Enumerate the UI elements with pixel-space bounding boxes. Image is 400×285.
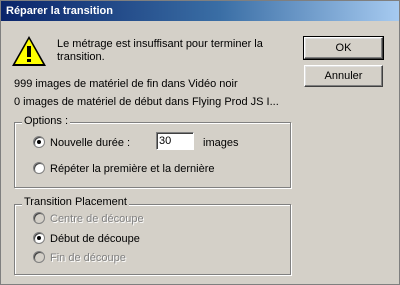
ok-button[interactable]: OK bbox=[303, 36, 384, 60]
end-cut-radio: Fin de découpe bbox=[33, 251, 126, 266]
options-group bbox=[14, 122, 291, 188]
radio-end-cut bbox=[33, 251, 45, 264]
repeat-frames-label: Répéter la première et la dernière bbox=[50, 163, 215, 175]
duration-unit-label: images bbox=[203, 137, 239, 149]
radio-new-duration[interactable] bbox=[33, 136, 45, 149]
warning-icon bbox=[12, 36, 46, 66]
centre-cut-label: Centre de découpe bbox=[50, 213, 144, 225]
new-duration-radio[interactable]: Nouvelle durée : bbox=[33, 136, 131, 151]
repair-transition-dialog: Réparer la transition Le métrage est ins… bbox=[0, 0, 400, 285]
start-cut-radio[interactable]: Début de découpe bbox=[33, 232, 140, 247]
dialog-title: Réparer la transition bbox=[6, 5, 113, 17]
end-material-info: 999 images de matériel de fin dans Vidéo… bbox=[14, 78, 238, 90]
radio-start-cut[interactable] bbox=[33, 232, 45, 245]
duration-input[interactable] bbox=[156, 132, 194, 150]
title-bar[interactable]: Réparer la transition bbox=[1, 1, 399, 21]
start-cut-label: Début de découpe bbox=[50, 233, 140, 245]
placement-group-legend: Transition Placement bbox=[22, 196, 129, 208]
options-group-legend: Options : bbox=[22, 115, 71, 127]
end-cut-label: Fin de découpe bbox=[50, 252, 126, 264]
new-duration-label: Nouvelle durée : bbox=[50, 137, 131, 149]
repeat-frames-radio[interactable]: Répéter la première et la dernière bbox=[33, 162, 215, 177]
warning-message: Le métrage est insuffisant pour terminer… bbox=[57, 38, 263, 63]
cancel-button[interactable]: Annuler bbox=[304, 65, 383, 87]
centre-cut-radio: Centre de découpe bbox=[33, 212, 144, 227]
radio-centre-cut bbox=[33, 212, 45, 225]
start-material-info: 0 images de matériel de début dans Flyin… bbox=[14, 96, 279, 108]
radio-repeat-frames[interactable] bbox=[33, 162, 45, 175]
